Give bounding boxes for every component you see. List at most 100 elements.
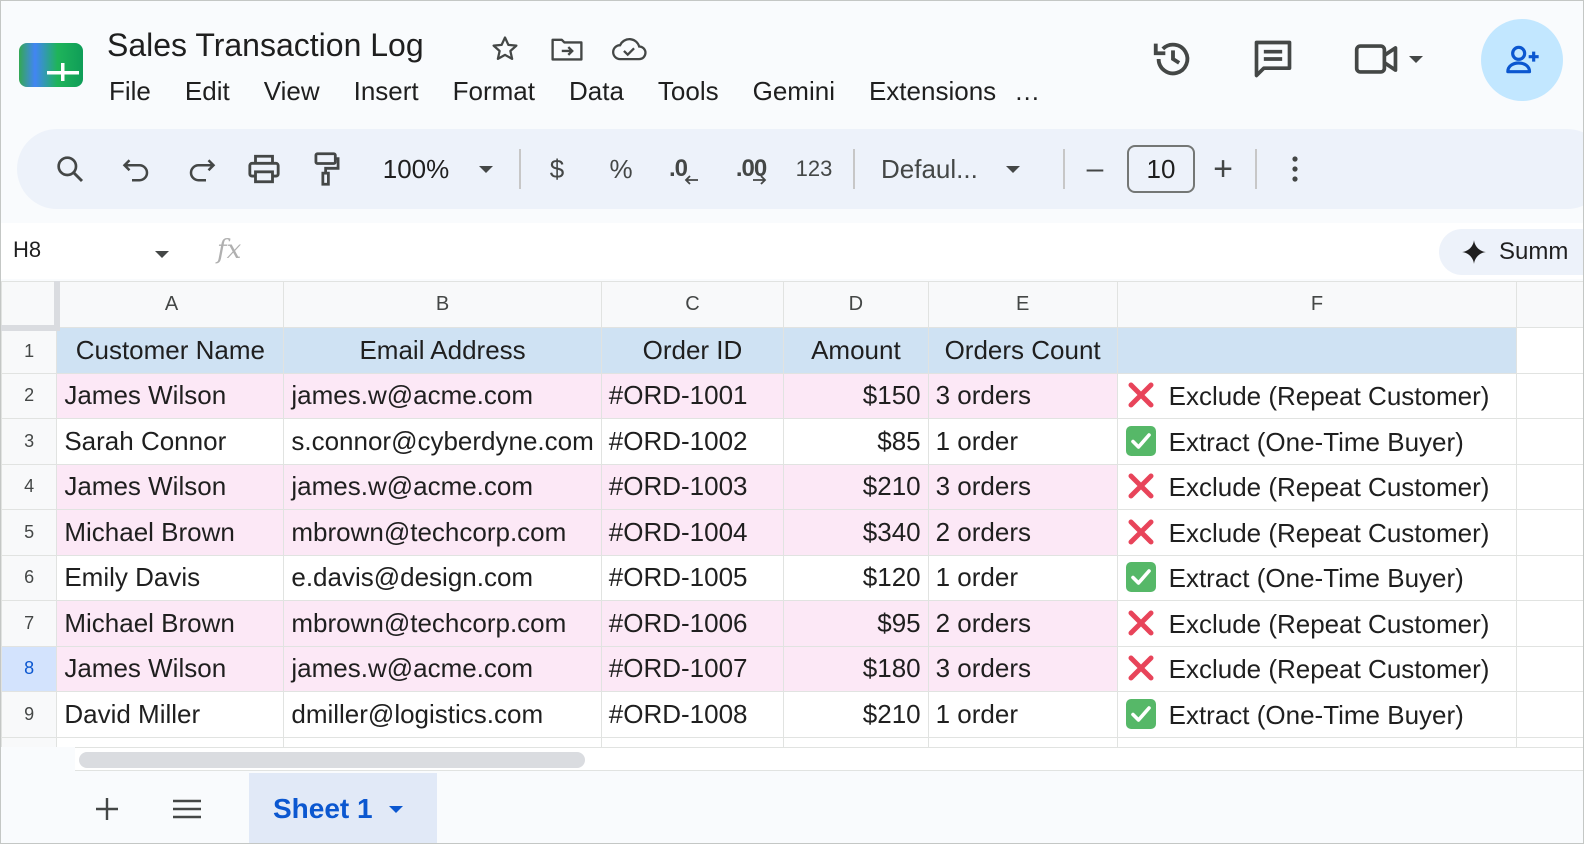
column-header-g[interactable] bbox=[1516, 281, 1583, 328]
scrollbar-thumb[interactable] bbox=[79, 752, 585, 768]
cell[interactable] bbox=[1516, 372, 1583, 419]
menu-format[interactable]: Format bbox=[453, 75, 535, 107]
menu-tools[interactable]: Tools bbox=[658, 75, 719, 107]
header-cell-status[interactable] bbox=[1116, 327, 1518, 374]
version-history-icon[interactable] bbox=[1149, 35, 1197, 83]
redo-icon[interactable] bbox=[181, 129, 221, 209]
cell-status[interactable]: Exclude (Repeat Customer) bbox=[1116, 372, 1518, 419]
cell-amount[interactable]: $340 bbox=[783, 509, 929, 556]
cell-customer-name[interactable]: James Wilson bbox=[56, 463, 285, 510]
row-header[interactable]: 6 bbox=[1, 554, 58, 601]
cell-order-id[interactable]: #ORD-1004 bbox=[600, 509, 785, 556]
cell[interactable] bbox=[1516, 554, 1583, 601]
name-box[interactable]: H8 bbox=[13, 237, 41, 263]
header-cell-order-id[interactable]: Order ID bbox=[600, 327, 785, 374]
meet-video-icon[interactable] bbox=[1353, 35, 1401, 83]
menu-extensions[interactable]: Extensions bbox=[869, 75, 996, 107]
row-header[interactable]: 2 bbox=[1, 372, 58, 419]
cell-status[interactable]: Exclude (Repeat Customer) bbox=[1116, 645, 1518, 692]
cell-status[interactable]: Exclude (Repeat Customer) bbox=[1116, 509, 1518, 556]
undo-icon[interactable] bbox=[117, 129, 157, 209]
horizontal-scrollbar[interactable] bbox=[75, 747, 1583, 771]
row-header[interactable]: 8 bbox=[1, 645, 58, 692]
percent-format-button[interactable]: % bbox=[601, 129, 641, 209]
document-title[interactable]: Sales Transaction Log bbox=[107, 27, 424, 64]
cell[interactable] bbox=[927, 736, 1118, 747]
row-header[interactable] bbox=[1, 736, 58, 747]
cell-email[interactable]: mbrown@techcorp.com bbox=[283, 600, 602, 647]
row-header[interactable]: 3 bbox=[1, 418, 58, 465]
cell-orders-count[interactable]: 3 orders bbox=[927, 463, 1118, 510]
cell-amount[interactable]: $210 bbox=[783, 463, 929, 510]
menu-view[interactable]: View bbox=[264, 75, 320, 107]
column-header-d[interactable]: D bbox=[783, 281, 929, 328]
cell-amount[interactable]: $180 bbox=[783, 645, 929, 692]
cell-order-id[interactable]: #ORD-1006 bbox=[600, 600, 785, 647]
cell-status[interactable]: Exclude (Repeat Customer) bbox=[1116, 600, 1518, 647]
column-header-c[interactable]: C bbox=[600, 281, 785, 328]
cell-email[interactable]: mbrown@techcorp.com bbox=[283, 509, 602, 556]
cell[interactable] bbox=[1516, 736, 1583, 747]
menu-edit[interactable]: Edit bbox=[185, 75, 230, 107]
menu-data[interactable]: Data bbox=[569, 75, 624, 107]
print-icon[interactable] bbox=[243, 129, 285, 209]
menu-gemini[interactable]: Gemini bbox=[753, 75, 835, 107]
star-icon[interactable] bbox=[485, 29, 525, 69]
column-header-a[interactable]: A bbox=[56, 281, 285, 328]
comments-icon[interactable] bbox=[1249, 35, 1297, 83]
cell-customer-name[interactable]: Michael Brown bbox=[56, 600, 285, 647]
cell-order-id[interactable]: #ORD-1003 bbox=[600, 463, 785, 510]
cell-grid[interactable]: A B C D E F 1 Customer Name Email Addres… bbox=[1, 281, 1583, 747]
move-folder-icon[interactable] bbox=[547, 29, 587, 69]
cell-email[interactable]: s.connor@cyberdyne.com bbox=[283, 418, 602, 465]
cell-email[interactable]: james.w@acme.com bbox=[283, 372, 602, 419]
cell[interactable] bbox=[1516, 600, 1583, 647]
menu-file[interactable]: File bbox=[109, 75, 151, 107]
cell-orders-count[interactable]: 3 orders bbox=[927, 372, 1118, 419]
cell-status[interactable]: Extract (One-Time Buyer) bbox=[1116, 418, 1518, 465]
currency-format-button[interactable]: $ bbox=[537, 129, 577, 209]
row-header[interactable]: 7 bbox=[1, 600, 58, 647]
cell[interactable] bbox=[283, 736, 602, 747]
all-sheets-menu-icon[interactable] bbox=[169, 793, 205, 825]
cell-order-id[interactable]: #ORD-1001 bbox=[600, 372, 785, 419]
increase-decimal-button[interactable]: .00 bbox=[723, 129, 781, 209]
font-select[interactable]: Defaul... bbox=[881, 129, 1045, 209]
cell-customer-name[interactable]: Michael Brown bbox=[56, 509, 285, 556]
row-header[interactable]: 9 bbox=[1, 691, 58, 738]
header-cell-email-address[interactable]: Email Address bbox=[283, 327, 602, 374]
cell-orders-count[interactable]: 3 orders bbox=[927, 645, 1118, 692]
cell-amount[interactable]: $95 bbox=[783, 600, 929, 647]
cell-customer-name[interactable]: Sarah Connor bbox=[56, 418, 285, 465]
header-cell-customer-name[interactable]: Customer Name bbox=[56, 327, 285, 374]
cell-order-id[interactable]: #ORD-1008 bbox=[600, 691, 785, 738]
cell[interactable] bbox=[1516, 645, 1583, 692]
row-header[interactable]: 5 bbox=[1, 509, 58, 556]
header-cell-amount[interactable]: Amount bbox=[783, 327, 929, 374]
add-sheet-icon[interactable] bbox=[91, 793, 123, 825]
cell-customer-name[interactable]: David Miller bbox=[56, 691, 285, 738]
cell-orders-count[interactable]: 1 order bbox=[927, 554, 1118, 601]
column-header-f[interactable]: F bbox=[1116, 281, 1518, 328]
cell-customer-name[interactable]: Emily Davis bbox=[56, 554, 285, 601]
chevron-down-icon[interactable] bbox=[153, 247, 171, 265]
cell-amount[interactable]: $210 bbox=[783, 691, 929, 738]
column-header-e[interactable]: E bbox=[927, 281, 1118, 328]
cell-status[interactable]: Exclude (Repeat Customer) bbox=[1116, 463, 1518, 510]
cell-status[interactable]: Extract (One-Time Buyer) bbox=[1116, 554, 1518, 601]
cell-order-id[interactable]: #ORD-1005 bbox=[600, 554, 785, 601]
zoom-select[interactable]: 100% bbox=[369, 129, 509, 209]
header-cell-orders-count[interactable]: Orders Count bbox=[927, 327, 1118, 374]
cell-order-id[interactable]: #ORD-1007 bbox=[600, 645, 785, 692]
more-options-icon[interactable] bbox=[1279, 129, 1311, 209]
cell-customer-name[interactable]: James Wilson bbox=[56, 645, 285, 692]
cell-orders-count[interactable]: 1 order bbox=[927, 691, 1118, 738]
more-formats-button[interactable]: 123 bbox=[791, 129, 837, 209]
cell-email[interactable]: james.w@acme.com bbox=[283, 645, 602, 692]
column-header-b[interactable]: B bbox=[283, 281, 602, 328]
cell[interactable] bbox=[1516, 327, 1583, 374]
cell[interactable] bbox=[783, 736, 929, 747]
select-all-corner[interactable] bbox=[1, 281, 60, 331]
cell-orders-count[interactable]: 1 order bbox=[927, 418, 1118, 465]
summarize-button[interactable]: Summ bbox=[1439, 229, 1583, 275]
